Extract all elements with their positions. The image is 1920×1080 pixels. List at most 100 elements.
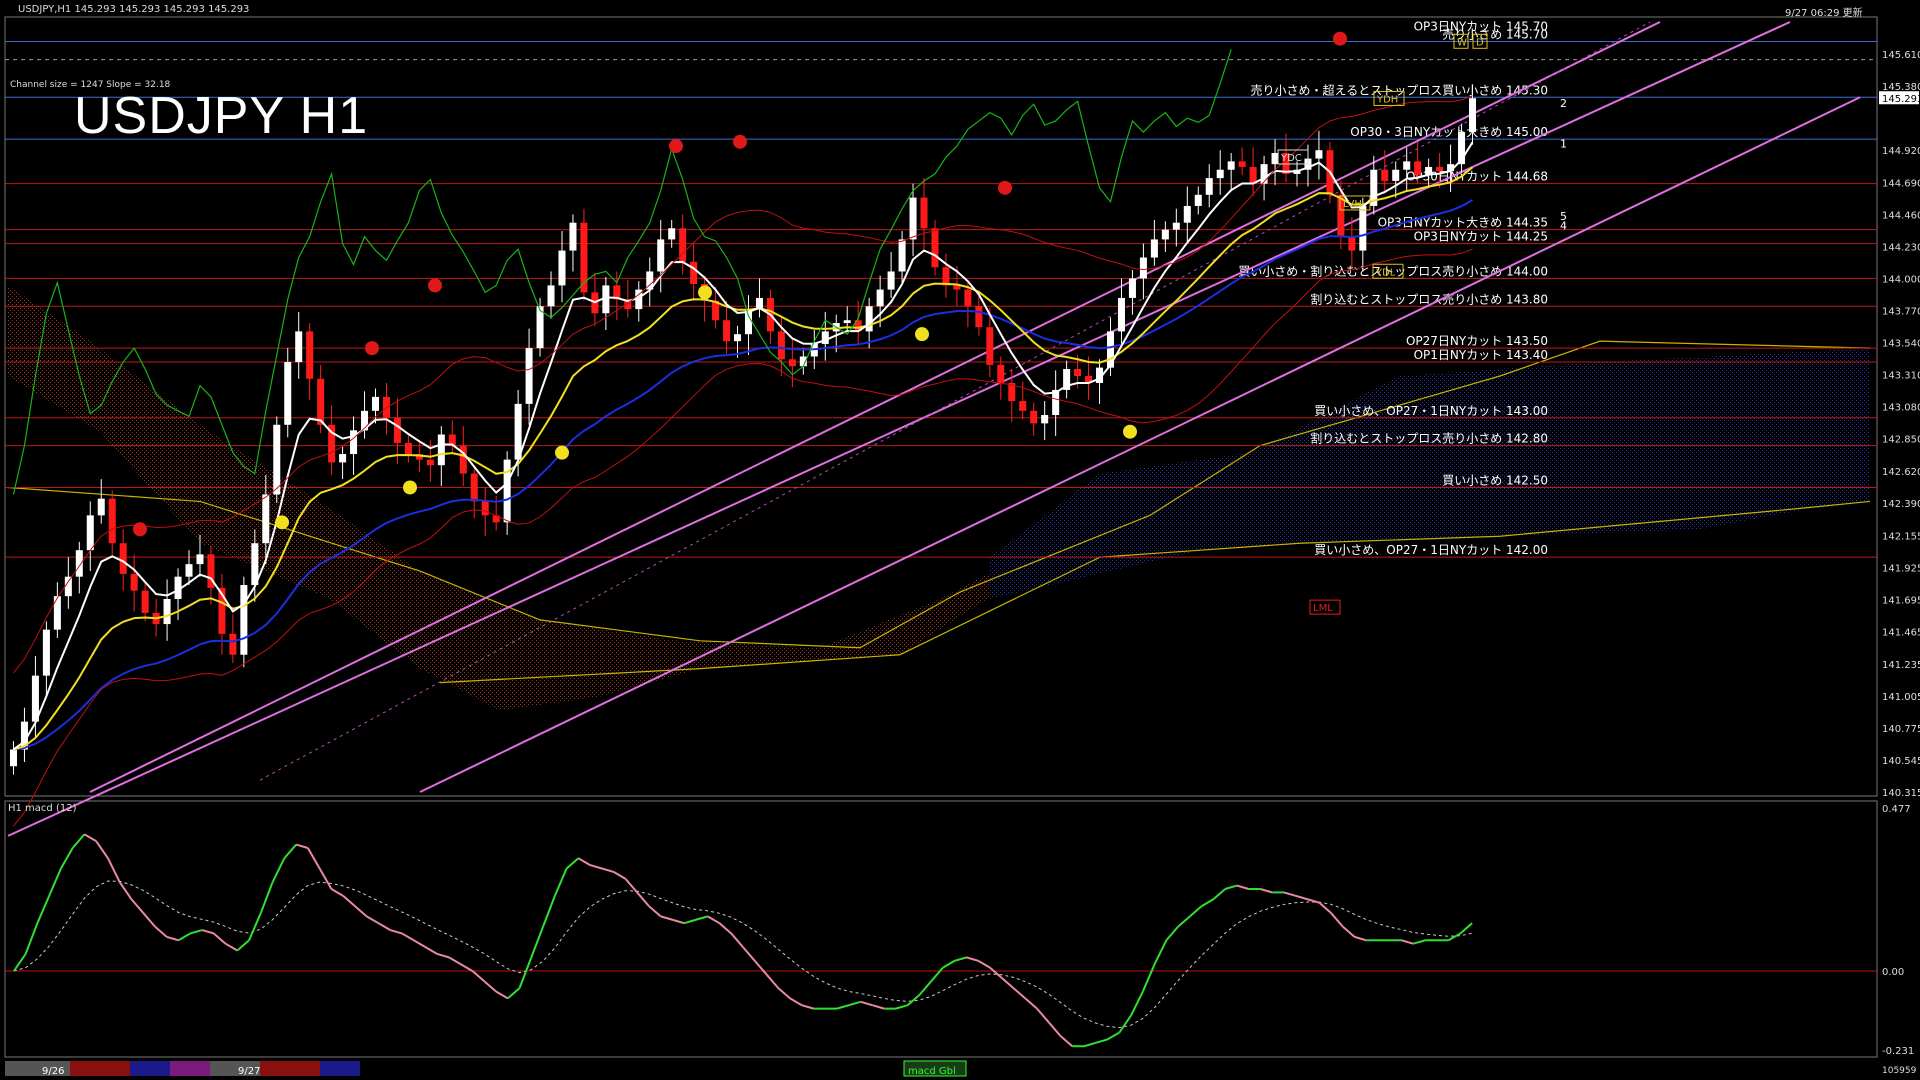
candle-body xyxy=(865,306,873,332)
candle-body xyxy=(997,364,1005,383)
candle-body xyxy=(86,515,94,551)
candle-body xyxy=(108,498,116,544)
candle-body xyxy=(240,585,248,655)
price-chart[interactable]: 売り小さめ 145.70売り小さめ・超えるとストップロス買い小さめ 145.30… xyxy=(0,0,1920,1080)
candle-body xyxy=(1074,369,1082,376)
price-tick: 140.775 xyxy=(1882,724,1920,735)
bottom-right-value: 105959 xyxy=(1882,1066,1917,1076)
candle-body xyxy=(53,596,61,630)
bottom-bar-segment xyxy=(260,1061,320,1076)
candle-body xyxy=(185,564,193,577)
candle-body xyxy=(503,459,511,523)
candle-body xyxy=(273,424,281,495)
macd-status: macd Gbl xyxy=(908,1066,956,1077)
price-tick: 141.695 xyxy=(1882,596,1920,607)
marker-label: W xyxy=(1457,37,1467,48)
candle-body xyxy=(1436,166,1444,172)
candle-body xyxy=(1194,194,1202,206)
candle-body xyxy=(1041,415,1049,424)
candle-body xyxy=(1315,150,1323,159)
candle-body xyxy=(9,749,17,767)
candle-body xyxy=(481,501,489,516)
price-tick: 144.000 xyxy=(1882,274,1920,285)
price-tick: 142.620 xyxy=(1882,467,1920,478)
price-tick: 144.460 xyxy=(1882,210,1920,221)
candle-body xyxy=(141,590,149,613)
candle-body xyxy=(1238,161,1246,167)
candle-body xyxy=(1019,401,1027,411)
candle-body xyxy=(723,320,731,342)
candle-body xyxy=(306,331,314,379)
candle-body xyxy=(1403,161,1411,170)
macd-tick: 0.477 xyxy=(1882,804,1911,815)
candle-body xyxy=(1227,161,1235,170)
level-label-top: OP3日NYカット 145.70 xyxy=(1414,20,1548,34)
fractal-up-icon xyxy=(275,515,289,530)
fractal-up-icon xyxy=(403,480,417,495)
fractal-down-icon xyxy=(365,341,379,356)
candle-body xyxy=(975,306,983,328)
bottom-bar-segment xyxy=(70,1061,130,1076)
price-tick: 140.315 xyxy=(1882,788,1920,799)
price-tick: 144.920 xyxy=(1882,146,1920,157)
price-tick: 145.610 xyxy=(1882,50,1920,61)
candle-body xyxy=(821,331,829,344)
level-label: OP3日NYカット 144.25 xyxy=(1414,230,1548,244)
date-label-1: 9/26 xyxy=(42,1066,65,1077)
price-tick: 143.540 xyxy=(1882,339,1920,350)
level-label: OP1日NYカット 143.40 xyxy=(1414,348,1548,362)
level-label: OP27日NYカット 143.50 xyxy=(1406,334,1548,348)
level-label: 買い小さめ、OP27・1日NYカット 143.00 xyxy=(1314,404,1548,418)
candle-body xyxy=(42,629,50,676)
price-tick: 142.390 xyxy=(1882,499,1920,510)
level-label: OP30・3日NYカット大きめ 145.00 xyxy=(1350,125,1548,139)
price-tick: 141.005 xyxy=(1882,692,1920,703)
candle-body xyxy=(1414,161,1422,176)
price-tick: 144.230 xyxy=(1882,242,1920,253)
candle-body xyxy=(690,261,698,285)
candle-body xyxy=(920,197,928,229)
price-tick: 143.080 xyxy=(1882,403,1920,414)
candle-body xyxy=(777,331,785,360)
candle-body xyxy=(887,271,895,290)
candle-body xyxy=(229,633,237,655)
candle-body xyxy=(1205,178,1213,195)
candle-body xyxy=(843,320,851,324)
candle-body xyxy=(130,573,138,591)
price-tick: 142.850 xyxy=(1882,435,1920,446)
bottom-bar-segment xyxy=(170,1061,210,1076)
channel-number: 1 xyxy=(1560,137,1567,150)
candle-body xyxy=(986,327,994,365)
candle-body xyxy=(657,239,665,272)
candle-body xyxy=(788,359,796,367)
candle-body xyxy=(163,598,171,625)
price-tick: 141.465 xyxy=(1882,628,1920,639)
marker-label: YDH xyxy=(1376,94,1398,105)
price-tick: 140.545 xyxy=(1882,756,1920,767)
candle-body xyxy=(295,331,303,363)
candle-body xyxy=(284,362,292,425)
fractal-up-icon xyxy=(698,285,712,300)
candle-body xyxy=(898,239,906,272)
candle-body xyxy=(426,459,434,466)
candle-body xyxy=(569,222,577,251)
candle-body xyxy=(547,285,555,307)
candle-body xyxy=(97,498,105,516)
candle-body xyxy=(339,454,347,463)
candle-body xyxy=(931,228,939,268)
candle-body xyxy=(942,267,950,286)
candle-body xyxy=(1392,169,1400,181)
date-label-2: 9/27 xyxy=(238,1066,261,1077)
candle-body xyxy=(909,197,917,240)
candle-body xyxy=(1381,169,1389,181)
candle-body xyxy=(262,494,270,544)
candle-body xyxy=(525,348,533,404)
fractal-down-icon xyxy=(733,134,747,149)
macd-label: H1 macd (12) xyxy=(8,803,77,814)
candle-body xyxy=(1139,257,1147,279)
fractal-down-icon xyxy=(133,522,147,537)
candle-body xyxy=(1469,98,1477,133)
fractal-down-icon xyxy=(428,278,442,293)
macd-tick: -0.231 xyxy=(1882,1046,1914,1057)
marker-label: YDC xyxy=(1280,153,1302,164)
